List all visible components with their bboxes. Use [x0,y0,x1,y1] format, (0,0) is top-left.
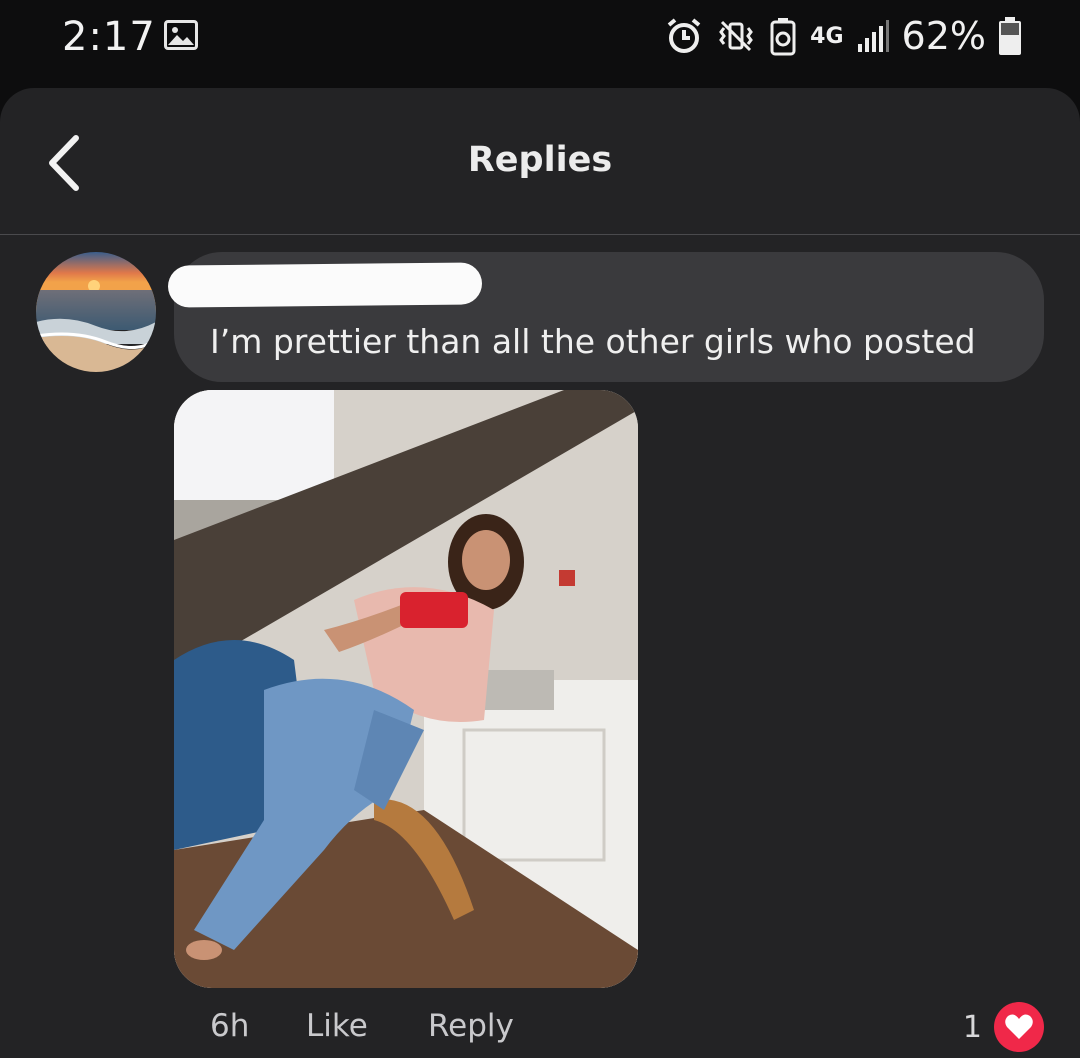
attached-photo[interactable] [174,390,638,988]
battery-icon [999,17,1021,55]
like-button[interactable]: Like [306,1008,368,1044]
reaction-count: 1 [962,1009,982,1045]
signal-icon [857,20,889,52]
vibrate-icon [719,20,754,52]
avatar[interactable] [36,252,156,372]
status-bar: 2:17 4G 62% [0,0,1080,86]
replies-header: Replies [0,88,1080,235]
replies-panel: Replies I’m prettier than all the other … [0,88,1080,1058]
status-icons: 4G 62% [664,14,1022,58]
comment-bubble: I’m prettier than all the other girls wh… [167,252,1044,382]
network-label: 4G [810,23,844,49]
reply-button[interactable]: Reply [428,1008,514,1044]
comment-text: I’m prettier than all the other girls wh… [210,322,976,361]
image-icon [164,20,198,50]
page-title: Replies [467,140,613,180]
reaction-summary[interactable]: 1 [963,1002,1044,1052]
battery-saver-icon [770,18,796,56]
status-time: 2:17 [62,14,156,60]
redacted-author-name [167,262,483,308]
comment-time: 6h [210,1008,250,1044]
heart-icon [994,1002,1044,1052]
alarm-icon [667,18,701,53]
comment-actions: 6h Like Reply 1 [0,996,1080,1056]
battery-percent: 62% [901,14,986,58]
